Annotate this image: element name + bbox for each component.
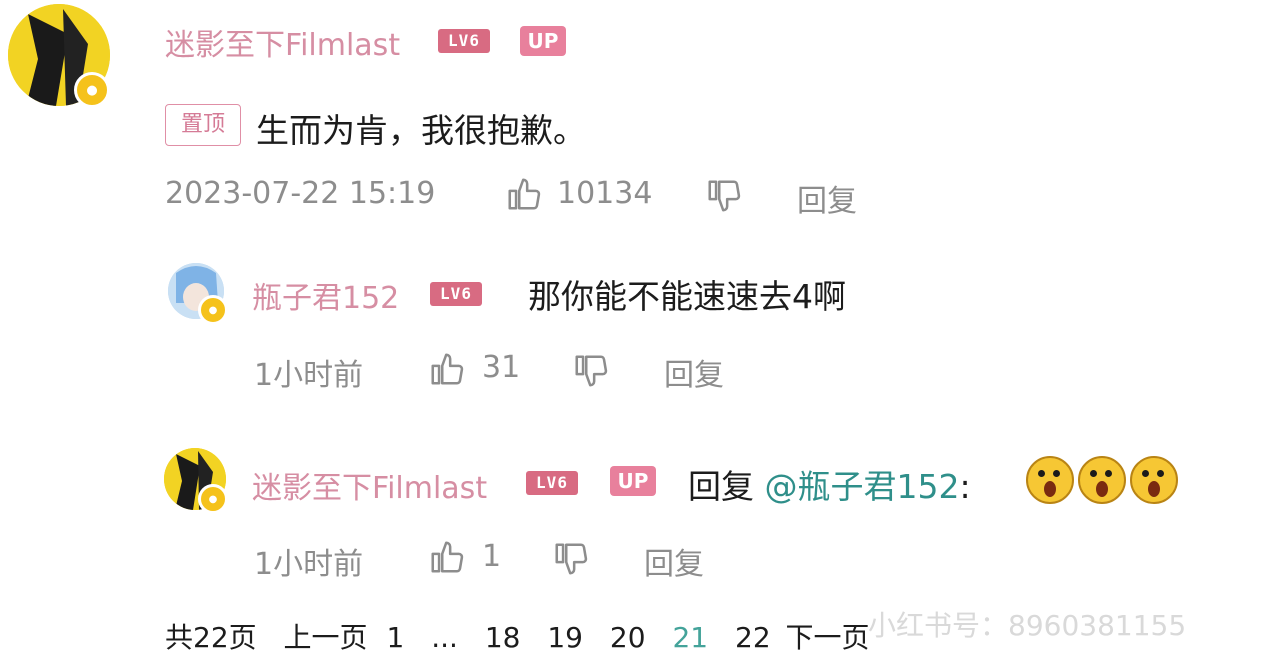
level-badge: LV6: [438, 29, 490, 53]
verified-badge-icon: ●: [198, 484, 228, 514]
page-link[interactable]: 19: [547, 621, 583, 654]
verified-badge-icon: ●: [74, 72, 110, 108]
reply-like-count: 31: [482, 350, 521, 385]
thumb-up-icon[interactable]: [428, 538, 466, 576]
thumb-up-icon[interactable]: [428, 350, 466, 388]
up-badge: UP: [520, 26, 566, 56]
comment-username[interactable]: 迷影至下Filmlast: [165, 20, 400, 64]
reply-text: 回复 @瓶子君152:: [688, 460, 971, 508]
avatar[interactable]: ●: [168, 263, 228, 325]
comment-timestamp: 2023-07-22 15:19: [165, 176, 436, 211]
pagination: 共22页 上一页 1 ... 18 19 20 21 22 下一页: [165, 616, 888, 656]
mention-separator: :: [959, 467, 971, 506]
reply-time: 1小时前: [254, 358, 364, 393]
page-link[interactable]: 18: [485, 621, 521, 654]
reply-button[interactable]: 回复: [664, 350, 724, 394]
pagination-prev[interactable]: 上一页: [284, 621, 368, 654]
shock-emoji-icon: [1078, 456, 1126, 504]
avatar[interactable]: ●: [8, 4, 110, 108]
page-link-current[interactable]: 21: [672, 621, 708, 654]
reply-text: 那你能不能速速去4啊: [528, 277, 846, 316]
reply-time: 1小时前: [254, 547, 364, 582]
comment-reply-button[interactable]: 回复: [797, 176, 857, 220]
verified-badge-icon: ●: [198, 295, 228, 325]
up-badge: UP: [610, 466, 656, 496]
reply-like-count: 1: [482, 539, 502, 574]
comment-like-count: 10134: [557, 176, 653, 211]
shock-emoji-icon: [1130, 456, 1178, 504]
comment-text: 生而为肯，我很抱歉。: [256, 111, 586, 150]
page-link[interactable]: 20: [610, 621, 646, 654]
level-badge: LV6: [526, 471, 578, 495]
thumb-down-icon[interactable]: [552, 540, 590, 578]
thumb-down-icon[interactable]: [705, 177, 743, 215]
avatar[interactable]: ●: [164, 448, 228, 514]
pagination-next[interactable]: 下一页: [786, 621, 870, 654]
reply-username[interactable]: 瓶子君152: [252, 273, 399, 317]
reply-prefix: 回复: [688, 467, 754, 506]
reply-button[interactable]: 回复: [644, 539, 704, 583]
thumb-down-icon[interactable]: [572, 352, 610, 390]
page-link[interactable]: 22: [735, 621, 771, 654]
watermark: 小红书号：8960381155: [868, 609, 1187, 642]
page-link[interactable]: 1: [386, 621, 404, 654]
level-badge: LV6: [430, 282, 482, 306]
reply-username[interactable]: 迷影至下Filmlast: [252, 463, 487, 507]
pagination-total: 共22页: [165, 621, 257, 654]
thumb-up-icon[interactable]: [505, 175, 543, 213]
page-ellipsis: ...: [431, 621, 458, 654]
shock-emoji-icon: [1026, 456, 1074, 504]
mention-link[interactable]: @瓶子君152: [765, 467, 960, 506]
pinned-tag: 置顶: [165, 104, 241, 146]
